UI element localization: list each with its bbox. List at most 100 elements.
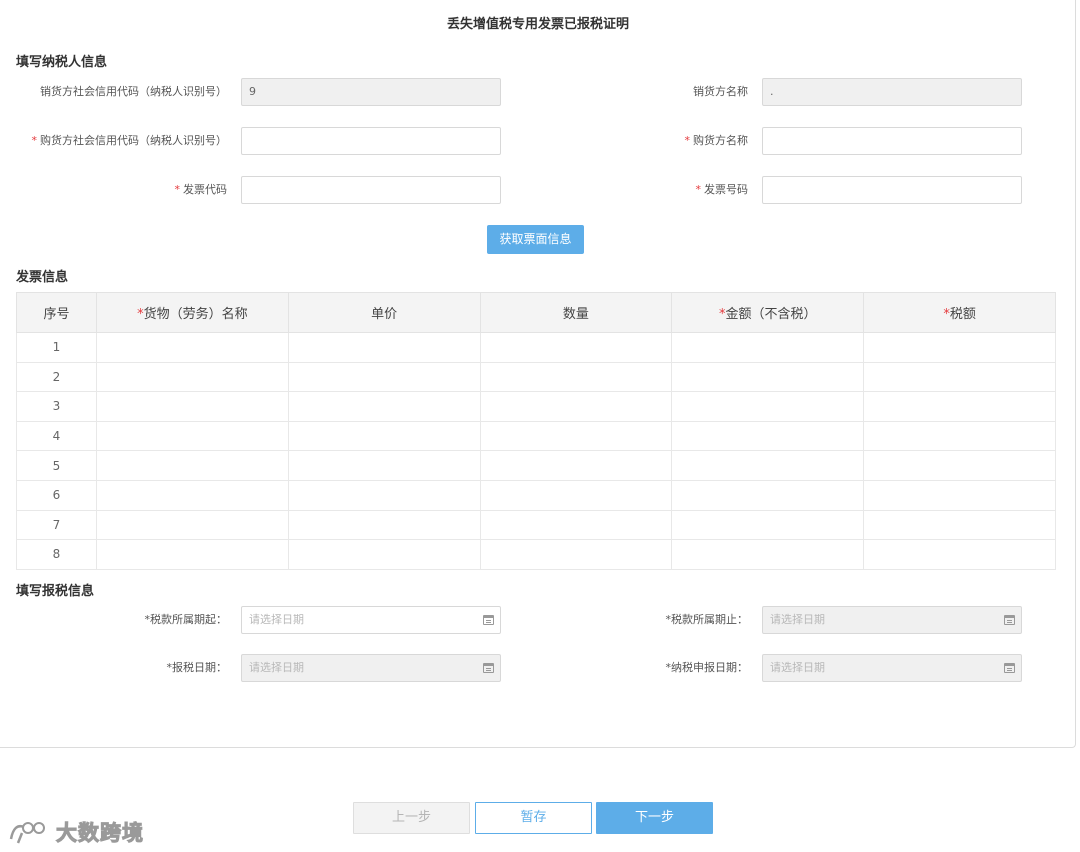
table-row: 6 <box>16 479 1056 511</box>
table-cell[interactable] <box>671 332 865 363</box>
column-header: 单价 <box>287 292 481 333</box>
row-number: 3 <box>16 391 97 422</box>
table-cell[interactable] <box>287 479 481 511</box>
row-number: 4 <box>16 420 97 452</box>
row-number: 8 <box>16 539 97 570</box>
column-header-label: 单价 <box>371 307 398 322</box>
table-cell[interactable] <box>95 509 289 541</box>
table-cell[interactable] <box>287 361 481 393</box>
calendar-icon <box>1004 615 1015 625</box>
row-number: 6 <box>16 479 97 511</box>
section-title-taxpayer: 填写纳税人信息 <box>16 55 108 70</box>
form-panel: 丢失增值税专用发票已报税证明 填写纳税人信息 销货方社会信用代码（纳税人识别号）… <box>0 0 1076 748</box>
buyer-code-label: * 购货方社会信用代码（纳税人识别号） <box>31 134 228 147</box>
calendar-icon[interactable] <box>483 615 494 625</box>
table-cell[interactable] <box>287 420 481 452</box>
table-cell[interactable] <box>287 391 481 422</box>
column-header-label: 序号 <box>43 307 70 322</box>
calendar-icon <box>483 663 494 673</box>
table-cell[interactable] <box>863 361 1056 393</box>
table-header-row: 序号 *货物（劳务）名称 单价 数量 *金额（不含税） *税额 <box>16 292 1056 333</box>
column-header-label: 金额（不含税） <box>725 307 817 322</box>
watermark-text: 大数跨境 <box>56 821 144 846</box>
table-cell[interactable] <box>95 361 289 393</box>
fetch-invoice-button[interactable]: 获取票面信息 <box>487 225 584 254</box>
column-header: *金额（不含税） <box>671 292 865 333</box>
declare-date-label: *纳税申报日期： <box>665 661 749 674</box>
table-cell[interactable] <box>479 450 673 481</box>
buyer-code-input[interactable] <box>241 127 501 155</box>
table-cell[interactable] <box>95 450 289 481</box>
table-row: 4 <box>16 420 1056 452</box>
table-cell[interactable] <box>95 479 289 511</box>
report-date-input: 请选择日期 <box>241 654 501 682</box>
table-cell[interactable] <box>95 539 289 570</box>
invoice-code-label: * 发票代码 <box>174 183 228 196</box>
period-end-placeholder: 请选择日期 <box>770 613 825 626</box>
calendar-icon <box>1004 663 1015 673</box>
table-cell[interactable] <box>863 539 1056 570</box>
watermark-logo-icon <box>9 822 45 844</box>
table-cell[interactable] <box>671 361 865 393</box>
table-cell[interactable] <box>863 391 1056 422</box>
table-cell[interactable] <box>671 420 865 452</box>
table-cell[interactable] <box>95 391 289 422</box>
seller-name-field: . <box>762 78 1022 106</box>
table-cell[interactable] <box>671 479 865 511</box>
period-start-label: *税款所属期起： <box>144 613 228 626</box>
declare-date-placeholder: 请选择日期 <box>770 661 825 674</box>
required-mark: * <box>31 134 38 147</box>
table-cell[interactable] <box>95 332 289 363</box>
table-cell[interactable] <box>479 332 673 363</box>
table-cell[interactable] <box>479 361 673 393</box>
next-step-button[interactable]: 下一步 <box>596 802 713 834</box>
table-cell[interactable] <box>863 450 1056 481</box>
column-header: 数量 <box>479 292 673 333</box>
table-cell[interactable] <box>95 420 289 452</box>
period-end-date-input: 请选择日期 <box>762 606 1022 634</box>
table-cell[interactable] <box>671 509 865 541</box>
table-cell[interactable] <box>287 332 481 363</box>
seller-code-field: 9 <box>241 78 501 106</box>
invoice-code-input[interactable] <box>241 176 501 204</box>
table-row: 8 <box>16 539 1056 570</box>
table-cell[interactable] <box>479 420 673 452</box>
table-cell[interactable] <box>671 391 865 422</box>
table-cell[interactable] <box>863 332 1056 363</box>
period-start-date-input[interactable]: 请选择日期 <box>241 606 501 634</box>
row-number: 7 <box>16 509 97 541</box>
table-cell[interactable] <box>287 539 481 570</box>
invoice-number-input[interactable] <box>762 176 1022 204</box>
column-header-label: 数量 <box>562 307 589 322</box>
period-end-label: *税款所属期止： <box>665 613 749 626</box>
table-cell[interactable] <box>479 539 673 570</box>
table-cell[interactable] <box>863 509 1056 541</box>
table-cell[interactable] <box>287 450 481 481</box>
invoice-table: 序号 *货物（劳务）名称 单价 数量 *金额（不含税） *税额 12345678 <box>16 292 1056 570</box>
save-draft-button[interactable]: 暂存 <box>475 802 592 834</box>
column-header-label: 税额 <box>949 307 976 322</box>
report-date-placeholder: 请选择日期 <box>249 661 304 674</box>
seller-name-label: 销货方名称 <box>693 85 748 98</box>
table-cell[interactable] <box>287 509 481 541</box>
row-number: 5 <box>16 450 97 481</box>
invoice-number-label: * 发票号码 <box>695 183 749 196</box>
table-row: 7 <box>16 509 1056 541</box>
table-cell[interactable] <box>671 539 865 570</box>
row-number: 1 <box>16 332 97 363</box>
table-cell[interactable] <box>479 479 673 511</box>
period-start-placeholder: 请选择日期 <box>249 613 304 626</box>
table-row: 2 <box>16 361 1056 393</box>
section-title-invoice: 发票信息 <box>16 270 69 285</box>
seller-code-label: 销货方社会信用代码（纳税人识别号） <box>40 85 227 98</box>
table-row: 3 <box>16 391 1056 422</box>
buyer-name-input[interactable] <box>762 127 1022 155</box>
buyer-name-label: * 购货方名称 <box>684 134 749 147</box>
table-cell[interactable] <box>863 479 1056 511</box>
table-cell[interactable] <box>479 391 673 422</box>
required-mark: * <box>684 134 691 147</box>
column-header: 序号 <box>16 292 97 333</box>
table-cell[interactable] <box>479 509 673 541</box>
table-cell[interactable] <box>671 450 865 481</box>
table-cell[interactable] <box>863 420 1056 452</box>
